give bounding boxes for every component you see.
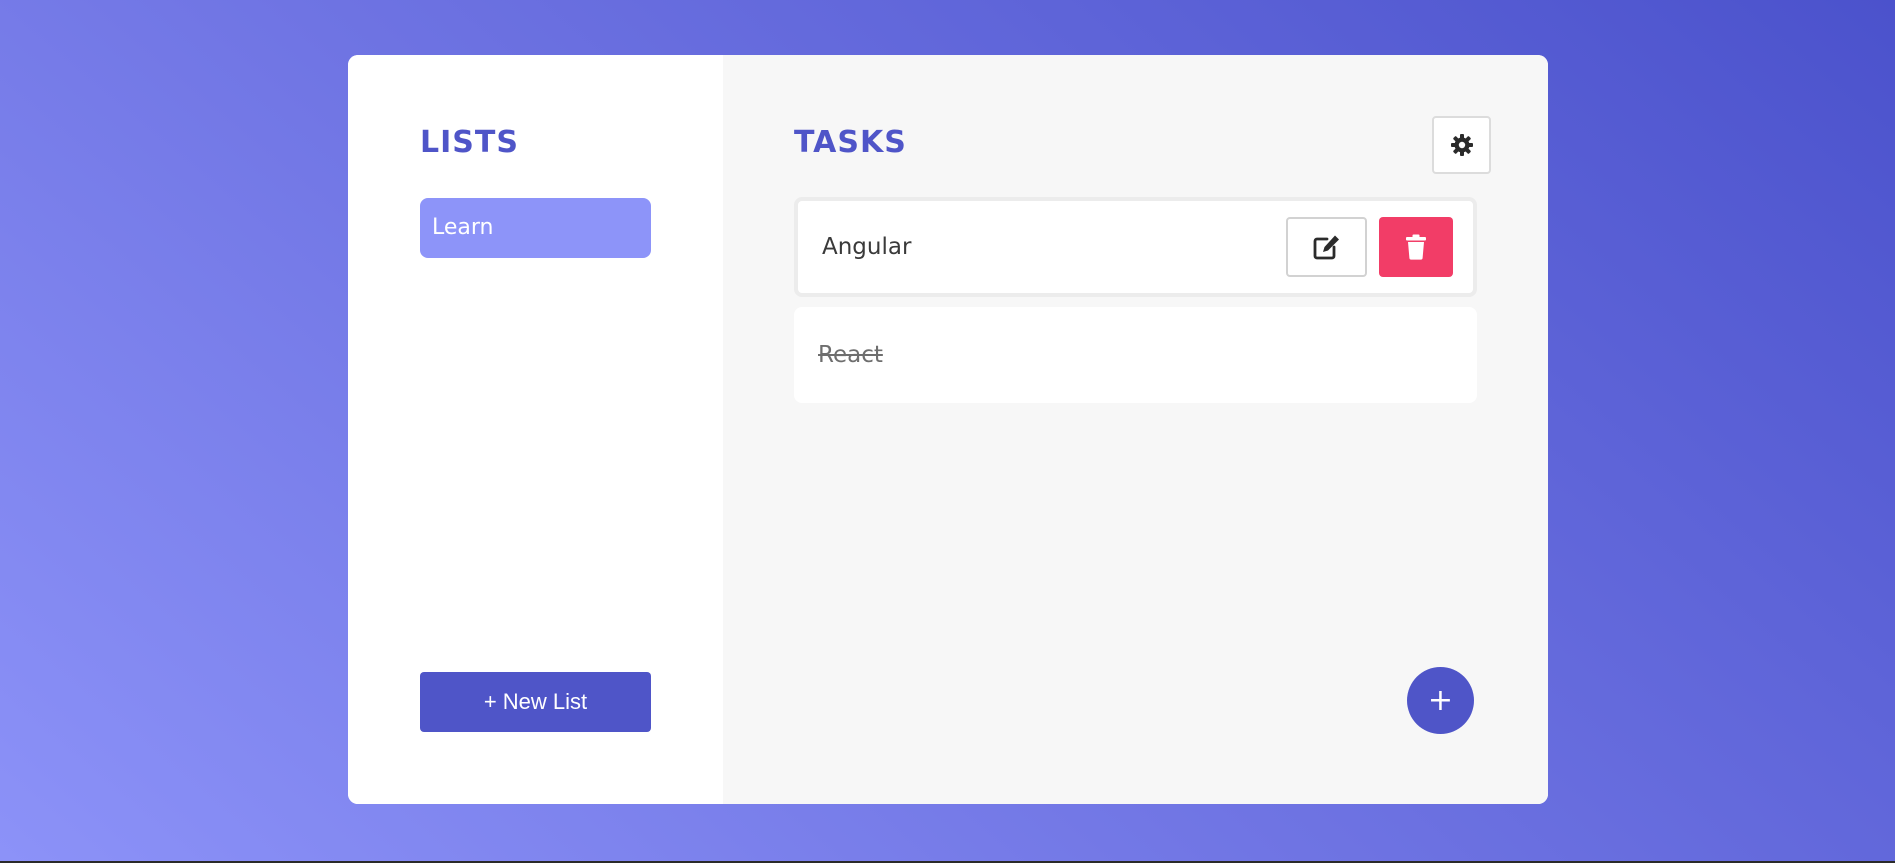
tasks-title: TASKS bbox=[794, 125, 907, 160]
task-text: React bbox=[818, 342, 883, 368]
add-task-button[interactable]: + bbox=[1407, 667, 1474, 734]
gear-icon bbox=[1450, 133, 1474, 157]
lists-sidebar: LISTS Learn + New List bbox=[348, 55, 723, 804]
app-card: LISTS Learn + New List TASKS Angular Rea… bbox=[348, 55, 1548, 804]
task-item[interactable]: React bbox=[794, 307, 1477, 403]
lists-title: LISTS bbox=[420, 125, 519, 160]
delete-task-button[interactable] bbox=[1379, 217, 1453, 277]
trash-icon bbox=[1405, 234, 1427, 260]
edit-task-button[interactable] bbox=[1286, 217, 1367, 277]
edit-icon bbox=[1313, 234, 1341, 260]
task-item[interactable]: Angular bbox=[794, 197, 1477, 297]
new-list-button[interactable]: + New List bbox=[420, 672, 651, 732]
tasks-panel: TASKS Angular React + bbox=[723, 55, 1548, 804]
task-actions bbox=[1286, 217, 1453, 277]
settings-button[interactable] bbox=[1432, 116, 1491, 174]
task-text: Angular bbox=[822, 234, 912, 260]
list-item-learn[interactable]: Learn bbox=[420, 198, 651, 258]
